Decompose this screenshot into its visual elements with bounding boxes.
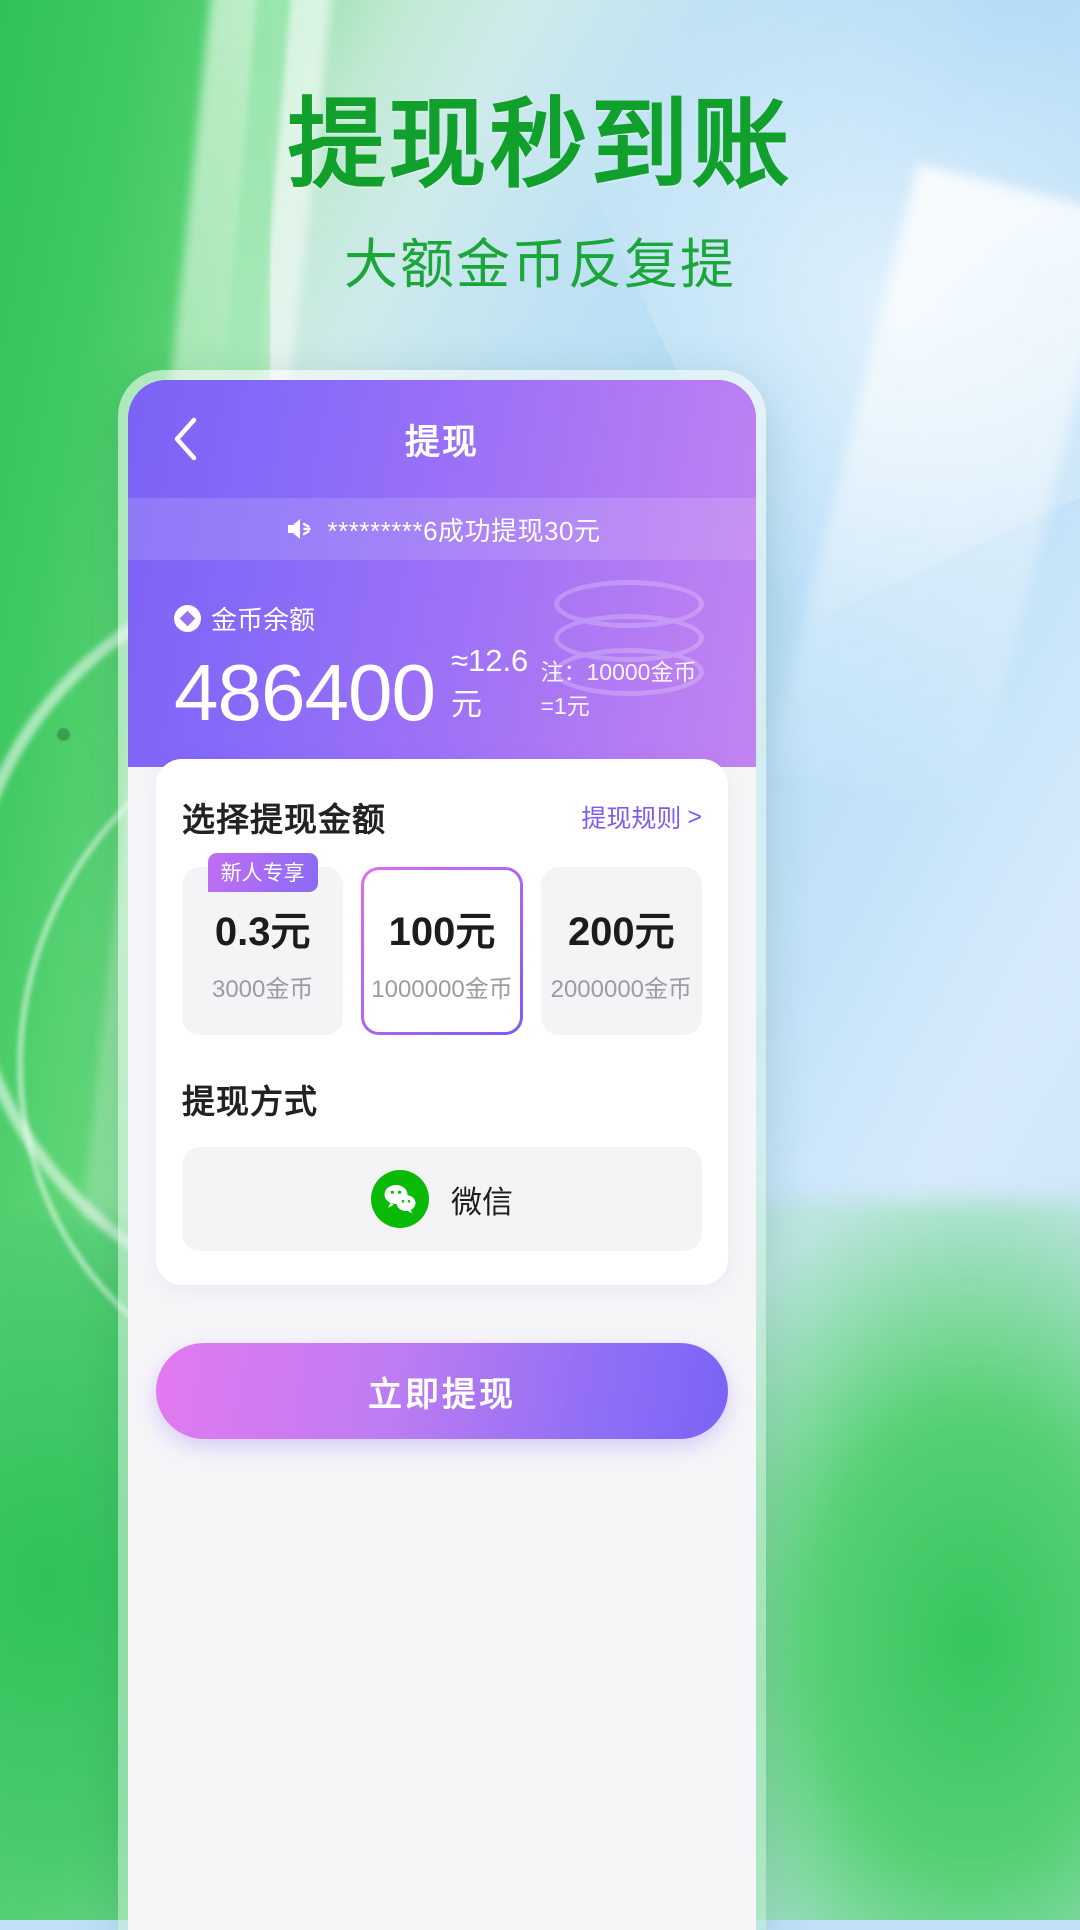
promo-subtitle: 大额金币反复提 xyxy=(344,232,736,296)
withdraw-now-button[interactable]: 立即提现 xyxy=(156,1343,728,1439)
amount-value: 200元 xyxy=(567,909,675,954)
notification-marquee[interactable]: *********6成功提现30元 xyxy=(128,498,756,560)
balance-label-row: 金币余额 xyxy=(174,600,710,637)
amount-option-0[interactable]: 新人专享 0.3元 3000金币 xyxy=(182,853,344,1035)
balance-value-row: 486400 ≈12.6元 注：10000金币=1元 xyxy=(174,643,710,733)
amount-coins: 3000金币 xyxy=(211,975,314,1003)
newcomer-badge: 新人专享 xyxy=(207,853,318,892)
withdraw-rules-label: 提现规则 xyxy=(581,805,682,833)
promo-banner: 提现秒到账 大额金币反复提 xyxy=(0,88,1080,299)
balance-section: 金币余额 486400 ≈12.6元 注：10000金币=1元 xyxy=(128,560,756,733)
select-amount-title: 选择提现金额 xyxy=(182,801,386,838)
amount-option-1[interactable]: 100元 1000000金币 xyxy=(361,867,522,1035)
coin-icon xyxy=(174,605,201,632)
wechat-icon xyxy=(371,1170,429,1228)
conversion-note: 注：10000金币=1元 xyxy=(540,659,697,719)
phone-mockup: 提现 *********6成功提现30元 金币余额 486400 ≈12.6元 … xyxy=(118,370,766,1930)
balance-cny-equivalent: ≈12.6元 xyxy=(450,643,529,722)
back-button[interactable] xyxy=(158,412,212,466)
chevron-right-icon: > xyxy=(687,802,702,831)
chevron-left-icon xyxy=(172,417,198,461)
amount-option-2[interactable]: 200元 2000000金币 xyxy=(540,867,702,1035)
page-title: 提现 xyxy=(404,422,479,462)
amount-value: 100元 xyxy=(388,909,496,954)
withdraw-method-wechat[interactable]: 微信 xyxy=(182,1147,702,1251)
background-dot xyxy=(57,728,70,741)
notification-text: *********6成功提现30元 xyxy=(327,515,601,546)
withdraw-rules-link[interactable]: 提现规则 > xyxy=(581,799,702,835)
balance-label: 金币余额 xyxy=(211,605,316,635)
amount-coins: 2000000金币 xyxy=(550,975,693,1003)
amount-value: 0.3元 xyxy=(214,909,311,954)
amount-options-list: 新人专享 0.3元 3000金币 100元 1000000金币 200元 200… xyxy=(182,853,702,1035)
promo-title: 提现秒到账 xyxy=(287,88,793,202)
withdraw-method-label: 微信 xyxy=(451,1184,513,1220)
title-bar: 提现 xyxy=(128,380,756,498)
balance-amount: 486400 xyxy=(174,648,436,737)
withdraw-method-title: 提现方式 xyxy=(182,1083,318,1120)
withdraw-panel-header: 选择提现金额 提现规则 > xyxy=(182,793,702,841)
submit-area: 立即提现 xyxy=(128,1343,756,1439)
phone-screen: 提现 *********6成功提现30元 金币余额 486400 ≈12.6元 … xyxy=(128,380,756,1930)
app-header: 提现 *********6成功提现30元 金币余额 486400 ≈12.6元 … xyxy=(128,380,756,767)
amount-coins: 1000000金币 xyxy=(371,975,513,1003)
withdraw-panel: 选择提现金额 提现规则 > 新人专享 0.3元 3000金币 100元 1000… xyxy=(156,759,728,1285)
speaker-icon xyxy=(284,514,314,544)
